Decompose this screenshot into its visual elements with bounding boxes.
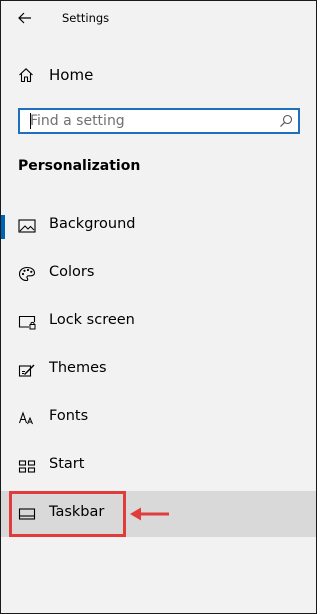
sidebar-item-background[interactable]: Background xyxy=(1,203,316,249)
home-label: Home xyxy=(49,66,94,84)
settings-window: Settings Home Personalization Background xyxy=(0,0,317,614)
home-link[interactable]: Home xyxy=(1,61,316,91)
fonts-icon xyxy=(18,411,33,425)
annotation-highlight-box xyxy=(9,491,126,537)
themes-icon xyxy=(18,364,35,377)
sidebar-item-label: Lock screen xyxy=(49,312,135,328)
sidebar-item-label: Themes xyxy=(49,360,107,376)
title-bar: Settings xyxy=(1,1,316,35)
sidebar-item-fonts[interactable]: Fonts xyxy=(1,395,316,441)
sidebar-item-label: Start xyxy=(49,456,85,472)
text-cursor xyxy=(30,113,31,129)
annotation-arrow-icon xyxy=(130,507,169,521)
sidebar-item-colors[interactable]: Colors xyxy=(1,251,316,297)
sidebar-item-label: Background xyxy=(49,216,136,232)
active-indicator xyxy=(1,215,5,239)
lock-screen-icon xyxy=(18,315,36,330)
sidebar-item-label: Colors xyxy=(49,264,95,280)
search-box[interactable] xyxy=(18,108,300,134)
start-icon xyxy=(18,460,36,473)
search-icon[interactable] xyxy=(279,114,293,128)
sidebar-item-themes[interactable]: Themes xyxy=(1,347,316,393)
window-title: Settings xyxy=(62,11,110,25)
section-heading: Personalization xyxy=(18,158,141,174)
home-icon xyxy=(19,68,33,83)
back-arrow-icon xyxy=(18,12,31,24)
picture-icon xyxy=(18,219,36,233)
search-input[interactable] xyxy=(20,110,280,132)
sidebar-item-label: Fonts xyxy=(49,408,89,424)
back-button[interactable] xyxy=(13,7,37,29)
palette-icon xyxy=(18,266,36,282)
sidebar-item-lock-screen[interactable]: Lock screen xyxy=(1,299,316,345)
sidebar-item-start[interactable]: Start xyxy=(1,443,316,489)
